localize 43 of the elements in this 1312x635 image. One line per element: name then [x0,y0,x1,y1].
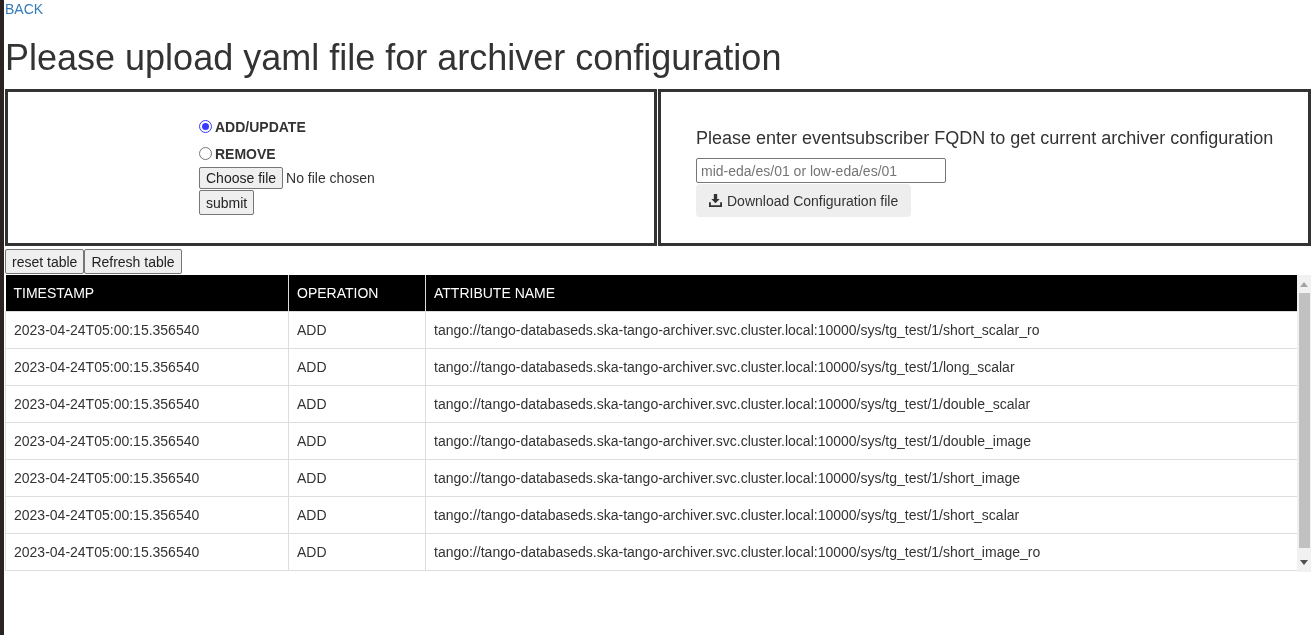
download-configuration-button[interactable]: Download Configuration file [696,184,912,217]
attribute-name-cell: tango://tango-databaseds.ska-tango-archiver.svc.cluster.local:10000/sys/tg_test/1/short_image_ro [425,533,1297,571]
radio-button[interactable] [199,120,212,133]
scroll-down-arrow-icon[interactable] [1300,560,1308,565]
operation-cell: ADD [288,459,426,497]
operation-label: REMOVE [215,145,276,162]
radio-button[interactable] [199,147,212,160]
timestamp-cell: 2023-04-24T05:00:15.356540 [5,385,289,423]
file-status-text: No file chosen [286,170,375,186]
operation-cell: ADD [288,533,426,571]
timestamp-cell: 2023-04-24T05:00:15.356540 [5,459,289,497]
column-header: TIMESTAMP [5,275,289,312]
operation-cell: ADD [288,311,426,349]
attribute-name-cell: tango://tango-databaseds.ska-tango-archiver.svc.cluster.local:10000/sys/tg_test/1/short_scalar [425,496,1297,534]
attribute-name-cell: tango://tango-databaseds.ska-tango-archiver.svc.cluster.local:10000/sys/tg_test/1/short_scalar_ro [425,311,1297,349]
column-header: ATTRIBUTE NAME [425,275,1297,312]
vertical-scrollbar[interactable] [1297,275,1311,572]
operation-cell: ADD [288,385,426,423]
back-link[interactable]: BACK [5,0,44,18]
choose-file-button[interactable]: Choose file [199,167,284,189]
attribute-name-cell: tango://tango-databaseds.ska-tango-archiver.svc.cluster.local:10000/sys/tg_test/1/short_image [425,459,1297,497]
attribute-name-cell: tango://tango-databaseds.ska-tango-archiver.svc.cluster.local:10000/sys/tg_test/1/double_image [425,422,1297,460]
page-heading: Please upload yaml file for archiver configuration [5,37,782,78]
download-icon [709,194,722,207]
timestamp-cell: 2023-04-24T05:00:15.356540 [5,422,289,460]
submit-button[interactable]: submit [199,190,255,215]
scrollbar-thumb[interactable] [1298,293,1310,548]
scroll-up-arrow-icon[interactable] [1300,282,1308,287]
timestamp-cell: 2023-04-24T05:00:15.356540 [5,533,289,571]
timestamp-cell: 2023-04-24T05:00:15.356540 [5,311,289,349]
fqdn-input-field[interactable]: mid-eda/es/01 or low-eda/es/01 [696,158,946,183]
operation-cell: ADD [288,422,426,460]
reset-table-button[interactable]: reset table [5,249,85,274]
timestamp-cell: 2023-04-24T05:00:15.356540 [5,496,289,534]
attribute-name-cell: tango://tango-databaseds.ska-tango-archiver.svc.cluster.local:10000/sys/tg_test/1/long_scalar [425,348,1297,386]
column-header: OPERATION [288,275,426,312]
fqdn-prompt: Please enter eventsubscriber FQDN to get current archiver configuration [696,127,1275,150]
operation-cell: ADD [288,496,426,534]
timestamp-cell: 2023-04-24T05:00:15.356540 [5,348,289,386]
operation-label: ADD/UPDATE [215,118,306,135]
operation-cell: ADD [288,348,426,386]
refresh-table-button[interactable]: Refresh table [84,249,182,274]
attribute-name-cell: tango://tango-databaseds.ska-tango-archiver.svc.cluster.local:10000/sys/tg_test/1/double_scalar [425,385,1297,423]
